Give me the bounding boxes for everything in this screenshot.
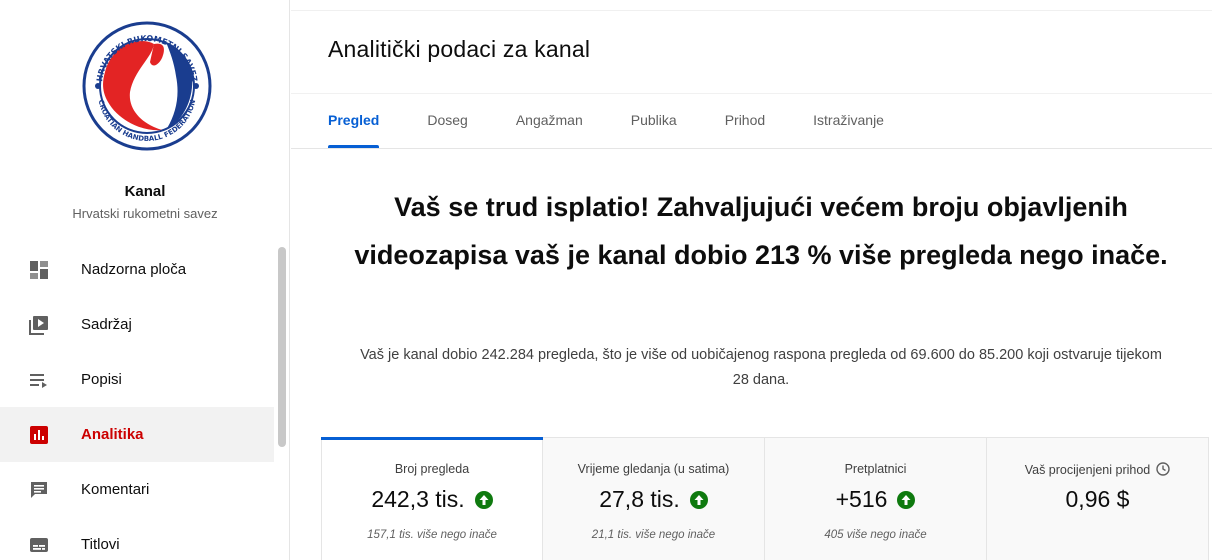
channel-avatar-logo[interactable]: HRVATSKI RUKOMETNI SAVEZ CROATIAN HANDBA…: [82, 12, 212, 160]
sidebar-item-comments[interactable]: Komentari: [0, 462, 274, 517]
tab-istrazivanje[interactable]: Istraživanje: [813, 112, 884, 148]
sidebar-item-dashboard[interactable]: Nadzorna ploča: [0, 242, 274, 297]
content-icon: [28, 314, 50, 336]
dashboard-icon: [28, 259, 50, 281]
sidebar-item-label: Analitika: [81, 426, 144, 443]
tab-prihod[interactable]: Prihod: [725, 112, 765, 148]
metric-card-watch-time[interactable]: Vrijeme gledanja (u satima) 27,8 tis. 21…: [543, 437, 765, 560]
sidebar: HRVATSKI RUKOMETNI SAVEZ CROATIAN HANDBA…: [0, 0, 290, 560]
metric-label: Pretplatnici: [844, 462, 907, 476]
channel-name: Hrvatski rukometni savez: [72, 206, 218, 221]
metric-note: 21,1 tis. više nego inače: [591, 529, 716, 541]
metric-value-row: 0,96 $: [987, 486, 1208, 513]
tab-pregled[interactable]: Pregled: [328, 112, 380, 148]
metric-label: Vaš procijenjeni prihod: [1024, 463, 1151, 477]
metric-label-row: Vaš procijenjeni prihod: [987, 462, 1208, 477]
sidebar-item-playlists[interactable]: Popisi: [0, 352, 274, 407]
insight-headline: Vaš se trud isplatio! Zahvaljujući većem…: [354, 192, 1168, 270]
subtitles-icon: [28, 534, 50, 556]
metric-value: 27,8 tis.: [599, 486, 680, 512]
sidebar-item-label: Nadzorna ploča: [81, 261, 187, 278]
sidebar-item-label: Komentari: [81, 481, 150, 498]
sidebar-scrollbar[interactable]: [278, 247, 286, 447]
metric-label: Vrijeme gledanja (u satima): [577, 462, 730, 476]
tab-publika[interactable]: Publika: [631, 112, 677, 148]
metric-card-views[interactable]: Broj pregleda 242,3 tis. 157,1 tis. više…: [321, 437, 543, 560]
main-content: Analitički podaci za kanal Pregled Doseg…: [291, 0, 1212, 560]
metric-note: 157,1 tis. više nego inače: [367, 529, 497, 541]
sidebar-nav: Nadzorna ploča Sadržaj Popisi Analitika …: [0, 242, 274, 560]
metric-value: 242,3 tis.: [371, 486, 465, 512]
metric-value-row: +516: [765, 486, 986, 513]
analytics-tabs: Pregled Doseg Angažman Publika Prihod Is…: [328, 112, 932, 148]
sidebar-item-analytics[interactable]: Analitika: [0, 407, 274, 462]
trend-up-icon: [689, 490, 708, 509]
channel-title: Kanal: [124, 183, 166, 200]
trend-up-icon: [897, 490, 916, 509]
tabs-divider: [291, 148, 1212, 149]
sidebar-item-label: Sadržaj: [81, 316, 132, 333]
hrs-logo-icon: HRVATSKI RUKOMETNI SAVEZ CROATIAN HANDBA…: [82, 21, 212, 151]
metric-card-subscribers[interactable]: Pretplatnici +516 405 više nego inače: [765, 437, 987, 560]
top-divider: [291, 10, 1212, 11]
metric-value: 0,96 $: [1065, 486, 1130, 512]
metric-label: Broj pregleda: [394, 462, 470, 476]
metric-card-revenue[interactable]: Vaš procijenjeni prihod 0,96 $: [987, 437, 1209, 560]
metric-cards: Broj pregleda 242,3 tis. 157,1 tis. više…: [321, 437, 1212, 560]
clock-icon: [1156, 462, 1170, 476]
title-divider: [291, 93, 1212, 94]
metric-value: +516: [835, 486, 888, 512]
sidebar-item-label: Titlovi: [81, 536, 120, 553]
insight-subtext: Vaš je kanal dobio 242.284 pregleda, što…: [360, 347, 1162, 388]
sidebar-item-label: Popisi: [81, 371, 122, 388]
analytics-icon: [28, 424, 50, 446]
tab-doseg[interactable]: Doseg: [427, 112, 467, 148]
sidebar-item-subtitles[interactable]: Titlovi: [0, 517, 274, 560]
comments-icon: [28, 479, 50, 501]
metric-note: 405 više nego inače: [824, 529, 927, 541]
playlists-icon: [28, 369, 50, 391]
trend-up-icon: [474, 490, 493, 509]
tab-angazman[interactable]: Angažman: [516, 112, 583, 148]
sidebar-item-content[interactable]: Sadržaj: [0, 297, 274, 352]
metric-value-row: 242,3 tis.: [322, 486, 542, 513]
page-title: Analitički podaci za kanal: [328, 36, 591, 62]
metric-value-row: 27,8 tis.: [543, 486, 764, 513]
